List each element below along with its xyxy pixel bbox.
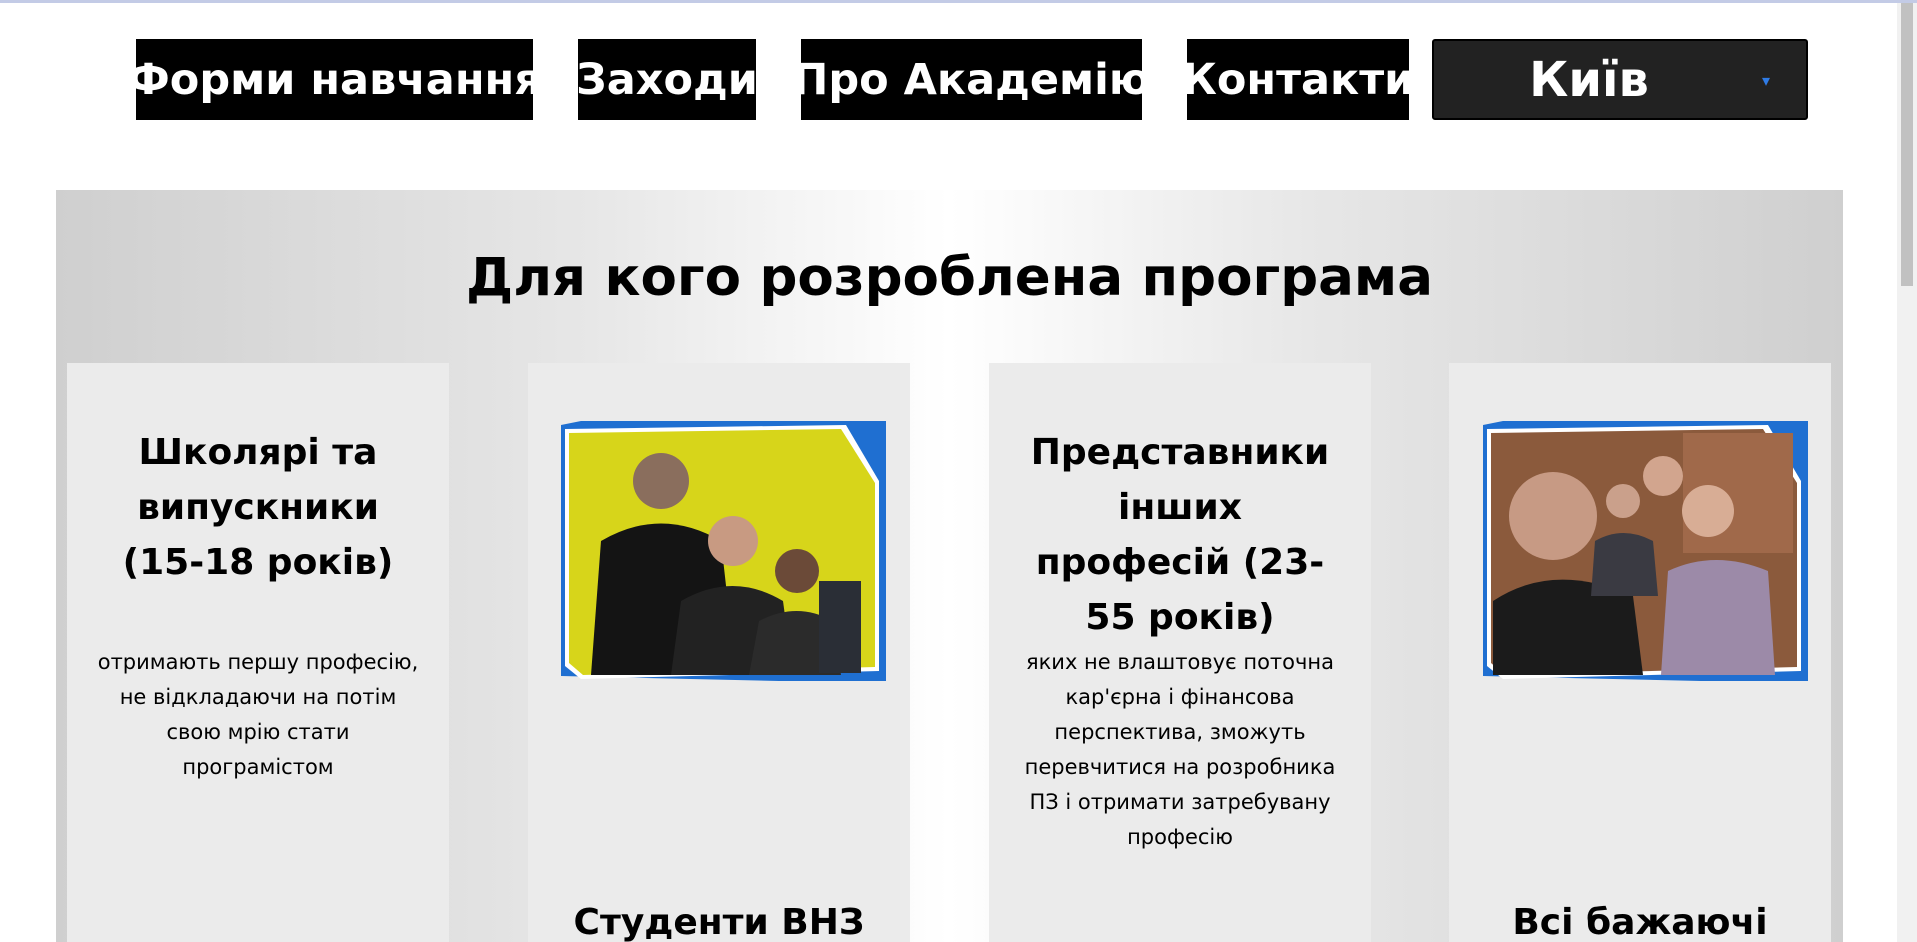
card-title: Представники інших професій (23-55 років… bbox=[1030, 432, 1330, 638]
card-title: Всі бажаючі bbox=[1512, 902, 1768, 942]
city-select[interactable]: Київ ▾ bbox=[1432, 39, 1808, 120]
nav-item-about[interactable]: Про Академію bbox=[792, 39, 1151, 120]
students-photo bbox=[561, 421, 886, 681]
section-title: Для кого розроблена програма bbox=[466, 247, 1433, 308]
card-title: Студенти ВНЗ bbox=[573, 902, 865, 942]
nav-item-study-forms[interactable]: Форми навчання bbox=[127, 39, 542, 120]
scrollbar-thumb[interactable] bbox=[1901, 3, 1913, 286]
target-audience-section: Для кого розроблена програма Школярі та … bbox=[56, 190, 1843, 942]
nav-item-events[interactable]: Заходи bbox=[576, 39, 758, 120]
nav-item-label: Контакти bbox=[1181, 54, 1415, 105]
audience-card-other-professions: Представники інших професій (23-55 років… bbox=[989, 363, 1371, 942]
audience-card-students: Студенти ВНЗ bbox=[528, 363, 910, 942]
nav-item-contacts[interactable]: Контакти bbox=[1182, 39, 1414, 120]
card-text: яких не влаштовує поточна кар'єрна і фін… bbox=[1024, 650, 1336, 849]
card-title: Школярі та випускники (15-18 років) bbox=[122, 432, 394, 583]
nav-item-label: Заходи bbox=[576, 54, 758, 105]
page-scrollbar[interactable] bbox=[1897, 3, 1917, 942]
audience-card-everyone: Всі бажаючі bbox=[1449, 363, 1831, 942]
city-select-value: Київ bbox=[1529, 51, 1649, 108]
card-text: отримають першу професію, не відкладаючи… bbox=[97, 650, 419, 779]
chevron-down-icon: ▾ bbox=[1762, 71, 1771, 90]
audience-photo bbox=[1483, 421, 1808, 681]
audience-card-pupils: Школярі та випускники (15-18 років) отри… bbox=[67, 363, 449, 942]
nav-item-label: Форми навчання bbox=[127, 54, 542, 105]
nav-item-label: Про Академію bbox=[792, 54, 1151, 105]
browser-top-border bbox=[0, 0, 1917, 3]
